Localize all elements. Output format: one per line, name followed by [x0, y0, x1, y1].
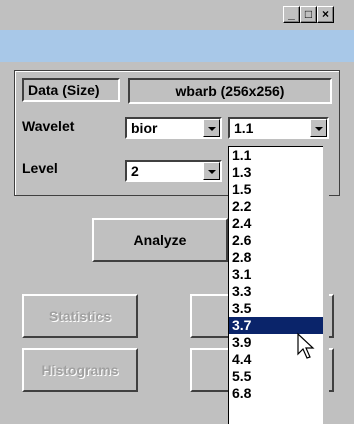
histograms-button[interactable]: Histograms: [22, 348, 138, 392]
dropdown-option[interactable]: 6.8: [229, 385, 328, 402]
dropdown-option[interactable]: 1.1: [229, 147, 328, 164]
data-size-label: Data (Size): [22, 78, 120, 102]
menu-band: [0, 30, 354, 62]
dropdown-scrollbar[interactable]: [323, 146, 329, 424]
dropdown-option[interactable]: 2.4: [229, 215, 328, 232]
level-label: Level: [22, 160, 58, 176]
chevron-down-icon[interactable]: [203, 162, 220, 180]
dropdown-option[interactable]: 3.3: [229, 283, 328, 300]
chevron-down-icon[interactable]: [203, 119, 220, 137]
data-size-field: wbarb (256x256): [128, 78, 332, 104]
dropdown-list: 1.1 1.3 1.5 2.2 2.4 2.6 2.8 3.1 3.3 3.5 3.7 3.9 4.4 5…: [229, 147, 328, 402]
statistics-button[interactable]: Statistics: [22, 294, 138, 338]
wavelet-order-value: 1.1: [234, 120, 254, 136]
level-select[interactable]: 2: [125, 160, 222, 182]
minimize-button[interactable]: _: [283, 6, 300, 23]
close-button[interactable]: ×: [317, 6, 334, 23]
dropdown-option[interactable]: 3.1: [229, 266, 328, 283]
wavelet-family-value: bior: [131, 120, 158, 136]
dropdown-option[interactable]: 2.8: [229, 249, 328, 266]
dropdown-option[interactable]: 3.5: [229, 300, 328, 317]
maximize-button[interactable]: □: [300, 6, 317, 23]
mouse-cursor-icon: [297, 332, 315, 359]
dropdown-option[interactable]: 5.5: [229, 368, 328, 385]
wavelet-order-dropdown[interactable]: 1.1 1.3 1.5 2.2 2.4 2.6 2.8 3.1 3.3 3.5 3.7 3.9 4.4 5…: [228, 146, 329, 424]
analyze-button[interactable]: Analyze: [92, 218, 228, 262]
level-value: 2: [131, 163, 139, 179]
dropdown-option[interactable]: 2.6: [229, 232, 328, 249]
chevron-down-icon[interactable]: [310, 119, 327, 137]
wavelet-order-select[interactable]: 1.1: [228, 117, 329, 139]
dropdown-option[interactable]: 2.2: [229, 198, 328, 215]
wavelet-family-select[interactable]: bior: [125, 117, 222, 139]
dropdown-option[interactable]: 1.3: [229, 164, 328, 181]
wavelet-label: Wavelet: [22, 118, 75, 134]
dropdown-option[interactable]: 1.5: [229, 181, 328, 198]
